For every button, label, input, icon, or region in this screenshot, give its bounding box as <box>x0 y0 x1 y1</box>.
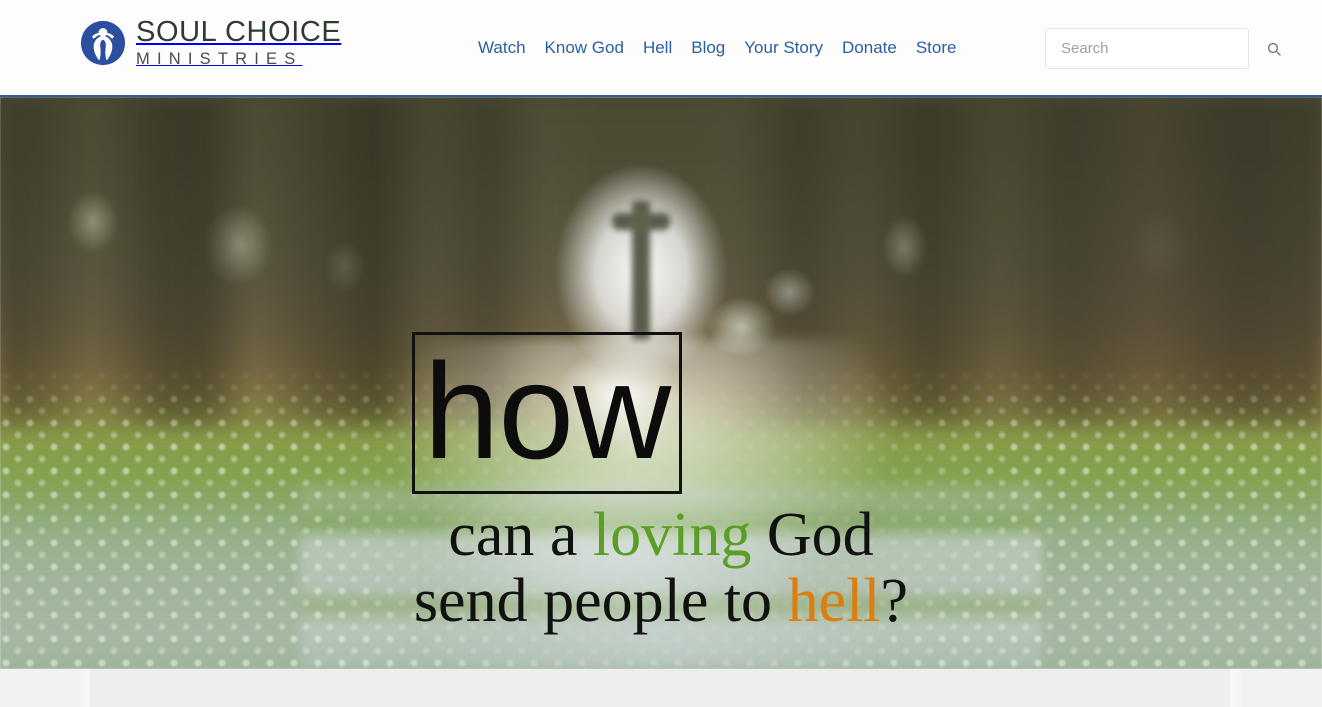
search-input[interactable] <box>1046 29 1266 68</box>
nav-item-donate[interactable]: Donate <box>842 36 916 60</box>
nav-item-your-story[interactable]: Your Story <box>744 36 842 60</box>
nav-item-hell[interactable]: Hell <box>643 36 691 60</box>
below-fold-strip <box>0 669 1322 707</box>
hero-line1-part2: God <box>751 501 874 569</box>
hero-headline-text: can a loving God send people to hell? <box>0 502 1322 634</box>
hero-line2-highlight-hell: hell <box>787 567 881 635</box>
brand-name-primary: SOUL CHOICE <box>136 16 342 49</box>
soul-choice-figure-in-circle-icon <box>80 20 126 66</box>
nav-item-know-god[interactable]: Know God <box>545 36 643 60</box>
stone-cross-icon <box>612 201 670 341</box>
site-logo-link[interactable]: SOUL CHOICE MINISTRIES <box>80 17 341 69</box>
content-container-right-edge <box>1230 669 1244 707</box>
hero-banner: how can a loving God send people to hell… <box>0 97 1322 669</box>
hero-line1-highlight-loving: loving <box>592 501 752 569</box>
search-submit-button[interactable] <box>1266 29 1282 68</box>
search-box[interactable] <box>1045 28 1281 69</box>
hero-line2-part2: ? <box>880 567 909 635</box>
content-container <box>90 669 1232 707</box>
search-icon <box>1267 42 1281 56</box>
hero-headline-line-2: send people to hell? <box>0 568 1322 634</box>
site-header: SOUL CHOICE MINISTRIES Watch Know God He… <box>0 0 1322 97</box>
brand-name-secondary: MINISTRIES <box>136 50 303 69</box>
hero-word-how: how <box>423 335 671 487</box>
nav-item-watch[interactable]: Watch <box>478 36 545 60</box>
primary-navigation: Watch Know God Hell Blog Your Story Dona… <box>478 36 975 60</box>
nav-item-store[interactable]: Store <box>916 36 976 60</box>
hero-headline-line-1: can a loving God <box>0 502 1322 568</box>
nav-item-blog[interactable]: Blog <box>691 36 744 60</box>
hero-line2-part1: send people to <box>413 567 788 635</box>
hero-boxed-word: how <box>412 332 682 494</box>
hero-line1-part1: can a <box>448 501 593 569</box>
brand-wordmark: SOUL CHOICE MINISTRIES <box>136 18 341 68</box>
